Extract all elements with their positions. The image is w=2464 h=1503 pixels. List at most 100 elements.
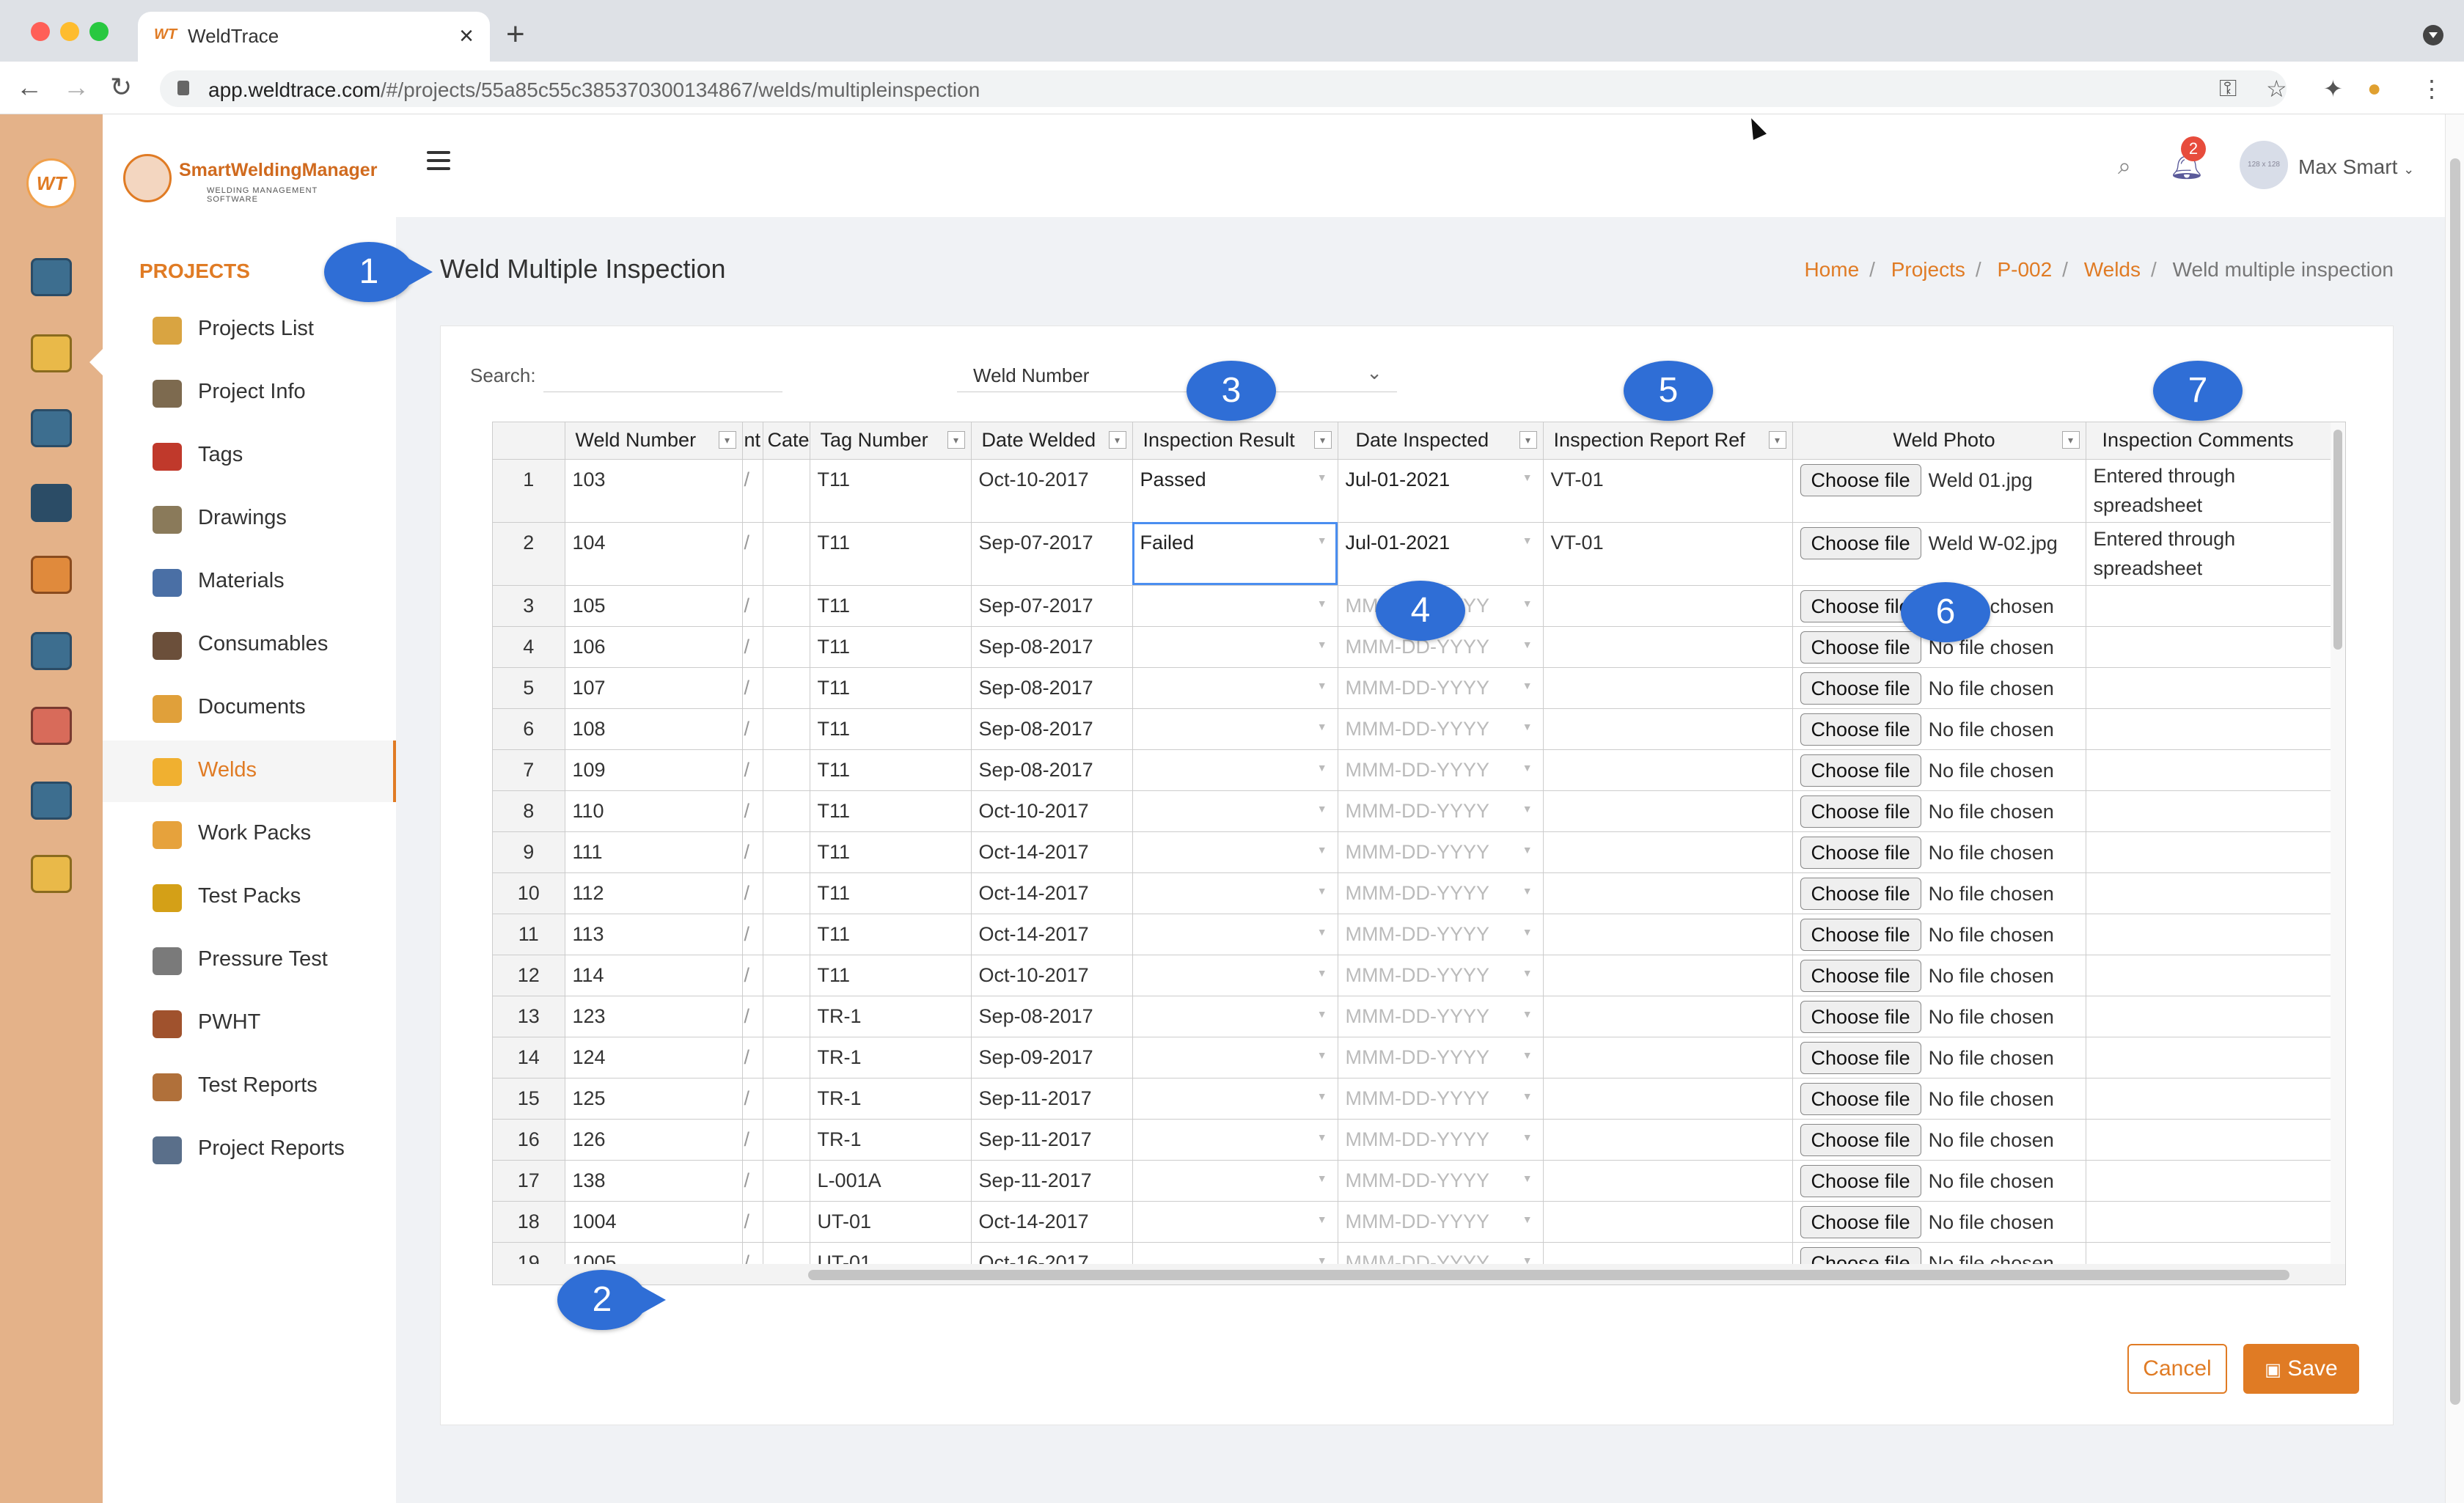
inspection-report-ref-cell[interactable] — [1543, 914, 1793, 955]
date-inspected-cell[interactable]: MMM-DD-YYYY▼ — [1338, 1037, 1544, 1078]
sidebar-item-pressure-test[interactable]: Pressure Test — [103, 930, 396, 991]
inspection-comments-cell[interactable] — [2086, 585, 2336, 627]
back-arrow-icon[interactable]: ← — [16, 72, 43, 103]
weld-number-cell[interactable]: 107 — [565, 667, 743, 709]
breadcrumb-projects[interactable]: Projects — [1891, 258, 1965, 281]
bookmark-star-icon[interactable]: ☆ — [2266, 75, 2287, 103]
tag-number-cell[interactable]: T11 — [810, 914, 972, 955]
tag-number-cell[interactable]: T11 — [810, 790, 972, 832]
scrollbar-thumb[interactable] — [808, 1270, 2289, 1280]
column-header-tag-number[interactable]: Tag Number ▾ — [810, 422, 972, 460]
dashboard-monitor-icon[interactable] — [31, 258, 72, 296]
inspection-result-cell[interactable]: ▼ — [1132, 831, 1338, 873]
choose-file-button[interactable]: Choose file — [1800, 1082, 1921, 1115]
weld-number-cell[interactable]: 138 — [565, 1160, 743, 1202]
sidebar-item-materials[interactable]: Materials — [103, 551, 396, 613]
inspection-report-ref-cell[interactable] — [1543, 955, 1793, 996]
date-inspected-cell[interactable]: MMM-DD-YYYY▼ — [1338, 1078, 1544, 1120]
inspection-comments-cell[interactable] — [2086, 626, 2336, 668]
inspection-result-cell[interactable]: ▼ — [1132, 626, 1338, 668]
date-picker-arrow-icon[interactable]: ▼ — [1522, 885, 1533, 897]
user-menu[interactable]: Max Smart ⌄ — [2298, 155, 2414, 179]
nt-cell[interactable]: / — [742, 459, 763, 523]
category-cell[interactable] — [763, 790, 810, 832]
date-welded-cell[interactable]: Sep-08-2017 — [971, 667, 1133, 709]
weld-number-cell[interactable]: 110 — [565, 790, 743, 832]
new-tab-icon[interactable]: + — [506, 16, 525, 53]
sidebar-item-consumables[interactable]: Consumables — [103, 614, 396, 676]
dropdown-arrow-icon[interactable]: ▼ — [1317, 1172, 1327, 1184]
date-welded-cell[interactable]: Sep-07-2017 — [971, 585, 1133, 627]
filter-dropdown-icon[interactable]: ▾ — [718, 431, 736, 449]
tab-close-icon[interactable]: × — [459, 22, 474, 51]
dropdown-arrow-icon[interactable]: ▼ — [1317, 680, 1327, 691]
nt-cell[interactable]: / — [742, 667, 763, 709]
weld-number-cell[interactable]: 113 — [565, 914, 743, 955]
sidebar-item-drawings[interactable]: Drawings — [103, 488, 396, 550]
date-picker-arrow-icon[interactable]: ▼ — [1522, 471, 1533, 483]
category-cell[interactable] — [763, 955, 810, 996]
weld-number-cell[interactable]: 1004 — [565, 1201, 743, 1243]
grid-vertical-scrollbar[interactable] — [2331, 422, 2345, 1265]
date-picker-arrow-icon[interactable]: ▼ — [1522, 721, 1533, 732]
inspection-comments-cell[interactable] — [2086, 1078, 2336, 1120]
breadcrumb-project[interactable]: P-002 — [1997, 258, 2052, 281]
filter-dropdown-icon[interactable]: ▾ — [1519, 431, 1537, 449]
date-welded-cell[interactable]: Sep-08-2017 — [971, 996, 1133, 1037]
id-badge-icon[interactable] — [31, 855, 72, 893]
inspection-comments-cell[interactable] — [2086, 790, 2336, 832]
inspection-comments-cell[interactable] — [2086, 996, 2336, 1037]
choose-file-button[interactable]: Choose file — [1800, 877, 1921, 910]
settings-checklist-icon[interactable] — [31, 409, 72, 447]
tag-number-cell[interactable]: T11 — [810, 459, 972, 523]
dropdown-arrow-icon[interactable]: ▼ — [1317, 471, 1327, 483]
date-picker-arrow-icon[interactable]: ▼ — [1522, 1049, 1533, 1061]
inspection-report-ref-cell[interactable] — [1543, 1201, 1793, 1243]
date-welded-cell[interactable]: Sep-07-2017 — [971, 522, 1133, 586]
tag-number-cell[interactable]: T11 — [810, 522, 972, 586]
inspection-comments-cell[interactable] — [2086, 1037, 2336, 1078]
choose-file-button[interactable]: Choose file — [1800, 713, 1921, 746]
column-header-weld-photo[interactable]: Weld Photo ▾ — [1792, 422, 2086, 460]
date-picker-arrow-icon[interactable]: ▼ — [1522, 803, 1533, 815]
weld-number-cell[interactable]: 112 — [565, 872, 743, 914]
category-cell[interactable] — [763, 626, 810, 668]
date-welded-cell[interactable]: Sep-09-2017 — [971, 1037, 1133, 1078]
weld-number-cell[interactable]: 106 — [565, 626, 743, 668]
weld-number-cell[interactable]: 109 — [565, 749, 743, 791]
date-picker-arrow-icon[interactable]: ▼ — [1522, 598, 1533, 609]
date-welded-cell[interactable]: Sep-08-2017 — [971, 749, 1133, 791]
weld-number-cell[interactable]: 125 — [565, 1078, 743, 1120]
inspection-comments-cell[interactable] — [2086, 955, 2336, 996]
dropdown-arrow-icon[interactable]: ▼ — [1317, 1008, 1327, 1020]
nt-cell[interactable]: / — [742, 996, 763, 1037]
inspection-comments-cell[interactable] — [2086, 667, 2336, 709]
sidebar-item-work-packs[interactable]: Work Packs — [103, 804, 396, 865]
key-icon[interactable]: ⚿ — [2219, 75, 2237, 103]
date-welded-cell[interactable]: Oct-14-2017 — [971, 914, 1133, 955]
date-picker-arrow-icon[interactable]: ▼ — [1522, 762, 1533, 773]
inspection-comments-cell[interactable] — [2086, 1160, 2336, 1202]
dropdown-arrow-icon[interactable]: ▼ — [1317, 1049, 1327, 1061]
date-picker-arrow-icon[interactable]: ▼ — [1522, 534, 1533, 546]
inspection-result-cell[interactable]: ▼ — [1132, 1201, 1338, 1243]
dropdown-arrow-icon[interactable]: ▼ — [1317, 639, 1327, 650]
cancel-button[interactable]: Cancel — [2127, 1344, 2227, 1394]
inspection-result-cell[interactable]: ▼ — [1132, 955, 1338, 996]
tag-number-cell[interactable]: T11 — [810, 749, 972, 791]
sidebar-item-pwht[interactable]: PWHT — [103, 993, 396, 1054]
nt-cell[interactable]: / — [742, 626, 763, 668]
tag-number-cell[interactable]: TR-1 — [810, 1037, 972, 1078]
inspection-comments-cell[interactable] — [2086, 831, 2336, 873]
dropdown-arrow-icon[interactable]: ▼ — [1317, 885, 1327, 897]
date-picker-arrow-icon[interactable]: ▼ — [1522, 926, 1533, 938]
inspection-report-ref-cell[interactable]: VT-01 — [1543, 522, 1793, 586]
reload-icon[interactable]: ↻ — [110, 72, 132, 103]
date-inspected-cell[interactable]: MMM-DD-YYYY▼ — [1338, 831, 1544, 873]
sidebar-item-documents[interactable]: Documents — [103, 677, 396, 739]
date-picker-arrow-icon[interactable]: ▼ — [1522, 844, 1533, 856]
tag-number-cell[interactable]: T11 — [810, 708, 972, 750]
inspection-comments-cell[interactable] — [2086, 1119, 2336, 1161]
tag-number-cell[interactable]: TR-1 — [810, 1078, 972, 1120]
inspection-report-ref-cell[interactable] — [1543, 1160, 1793, 1202]
